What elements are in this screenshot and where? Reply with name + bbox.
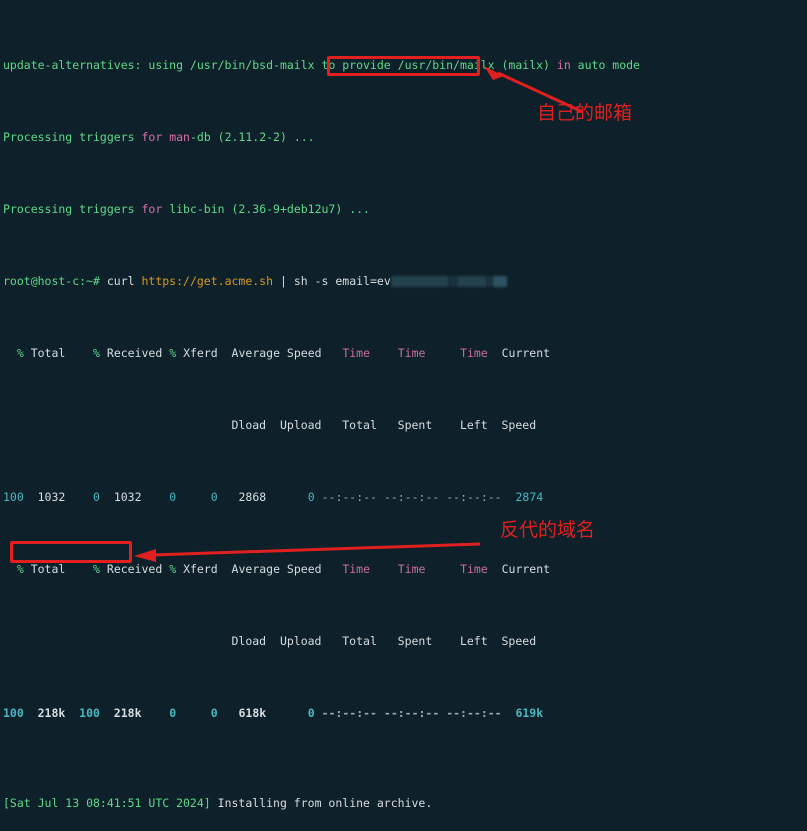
text-segment <box>176 706 211 720</box>
text-segment: 0 <box>93 490 100 504</box>
text-segment: Xferd Average Speed <box>176 346 343 360</box>
text-segment: Current <box>487 562 551 576</box>
terminal-window: update-alternatives: using /usr/bin/bsd-… <box>0 0 807 831</box>
command-args: | sh -s email= <box>273 274 377 288</box>
text-segment: auto mode <box>570 58 640 72</box>
text-segment: Total <box>23 562 94 576</box>
text-segment: 1032 <box>99 490 170 504</box>
text-segment: % <box>3 346 24 360</box>
text-segment: 100 <box>3 706 24 720</box>
text-segment <box>425 346 460 360</box>
terminal-output: update-alternatives: using /usr/bin/bsd-… <box>3 2 807 831</box>
domain-annotation-label: 反代的域名 <box>500 519 596 541</box>
curl-header-row-2: Dload Upload Total Spent Left Speed <box>3 418 537 432</box>
text-segment: Total <box>23 346 94 360</box>
command-name: curl <box>106 274 142 288</box>
text-segment: 100 <box>3 490 24 504</box>
curl-progress-row-2: 100 218k 100 218k 0 0 618k 0 --:--:-- --… <box>3 704 807 722</box>
log-line-triggers-mandb: Processing triggers for man-db (2.11.2-2… <box>3 128 807 146</box>
text-segment: --:--:-- --:--:-- --:--:-- <box>314 706 516 720</box>
text-segment <box>370 346 398 360</box>
text-segment: Processing triggers <box>3 130 142 144</box>
text-segment: Time <box>397 346 426 360</box>
text-segment: libc-bin (2.36-9+deb12u7) ... <box>162 202 370 216</box>
email-annotation-label: 自己的邮箱 <box>537 102 633 124</box>
text-segment: 0 <box>307 490 315 504</box>
url-get-acme-sh: https://get.acme.sh <box>141 274 274 288</box>
curl-header-row-3: % Total % Received % Xferd Average Speed… <box>3 560 807 578</box>
text-segment: --:--:-- --:--:-- --:--:-- <box>314 490 516 504</box>
curl-progress-row-1: 100 1032 0 1032 0 0 2868 0 --:--:-- --:-… <box>3 488 807 506</box>
redacted-email-block-3 <box>456 276 487 287</box>
text-segment: 618k <box>217 706 308 720</box>
acme-log-line: [Sat Jul 13 08:41:51 UTC 2024] Installin… <box>3 794 807 812</box>
text-segment: Time <box>397 562 426 576</box>
text-segment: 0 <box>210 706 218 720</box>
text-segment <box>176 490 211 504</box>
command-line-curl-acme[interactable]: root@host-c:~# curl https://get.acme.sh … <box>3 272 807 290</box>
log-message: Installing from online archive. <box>210 796 433 810</box>
text-segment <box>370 562 398 576</box>
shell-prompt: root@host-c:~# <box>3 274 107 288</box>
redacted-email-block-1 <box>390 276 449 287</box>
text-segment: 218k <box>23 706 80 720</box>
text-segment: Xferd Average Speed <box>176 562 343 576</box>
keyword-for: for <box>141 130 163 144</box>
keyword-in: in <box>556 58 571 72</box>
text-segment: Time <box>460 346 488 360</box>
redacted-email-block-2 <box>448 276 457 287</box>
text-segment: Time <box>342 346 371 360</box>
email-visible-prefix: ev <box>376 274 391 288</box>
curl-header-row-1: % Total % Received % Xferd Average Speed… <box>3 344 807 362</box>
text-segment: -db (2.11.2-2) ... <box>189 130 315 144</box>
text-segment: Processing triggers <box>3 202 142 216</box>
text-segment: 619k <box>515 706 544 720</box>
text-segment: Received <box>99 562 170 576</box>
text-segment: 0 <box>307 706 315 720</box>
text-segment: % <box>93 346 100 360</box>
text-segment: 2874 <box>515 490 544 504</box>
redacted-email-block-4 <box>486 276 493 287</box>
keyword-for: for <box>141 202 163 216</box>
text-segment: update-alternatives: using /usr/bin/bsd-… <box>3 58 557 72</box>
text-segment: Received <box>99 346 170 360</box>
text-segment: Current <box>487 346 551 360</box>
redacted-email-block-5 <box>492 276 507 287</box>
text-segment: % <box>93 562 100 576</box>
log-line-update-alternatives: update-alternatives: using /usr/bin/bsd-… <box>3 56 807 74</box>
log-line-triggers-libcbin: Processing triggers for libc-bin (2.36-9… <box>3 200 807 218</box>
text-segment: 218k <box>99 706 170 720</box>
curl-header-row-4: Dload Upload Total Spent Left Speed <box>3 634 537 648</box>
text-segment <box>425 562 460 576</box>
text-segment: 2868 <box>217 490 308 504</box>
text-segment: Time <box>342 562 371 576</box>
text-segment: 1032 <box>23 490 94 504</box>
text-segment: 0 <box>210 490 218 504</box>
text-segment: man <box>162 130 190 144</box>
text-segment: Time <box>460 562 488 576</box>
text-segment: % <box>3 562 24 576</box>
log-timestamp: [Sat Jul 13 08:41:51 UTC 2024] <box>3 796 211 810</box>
text-segment: 100 <box>79 706 100 720</box>
